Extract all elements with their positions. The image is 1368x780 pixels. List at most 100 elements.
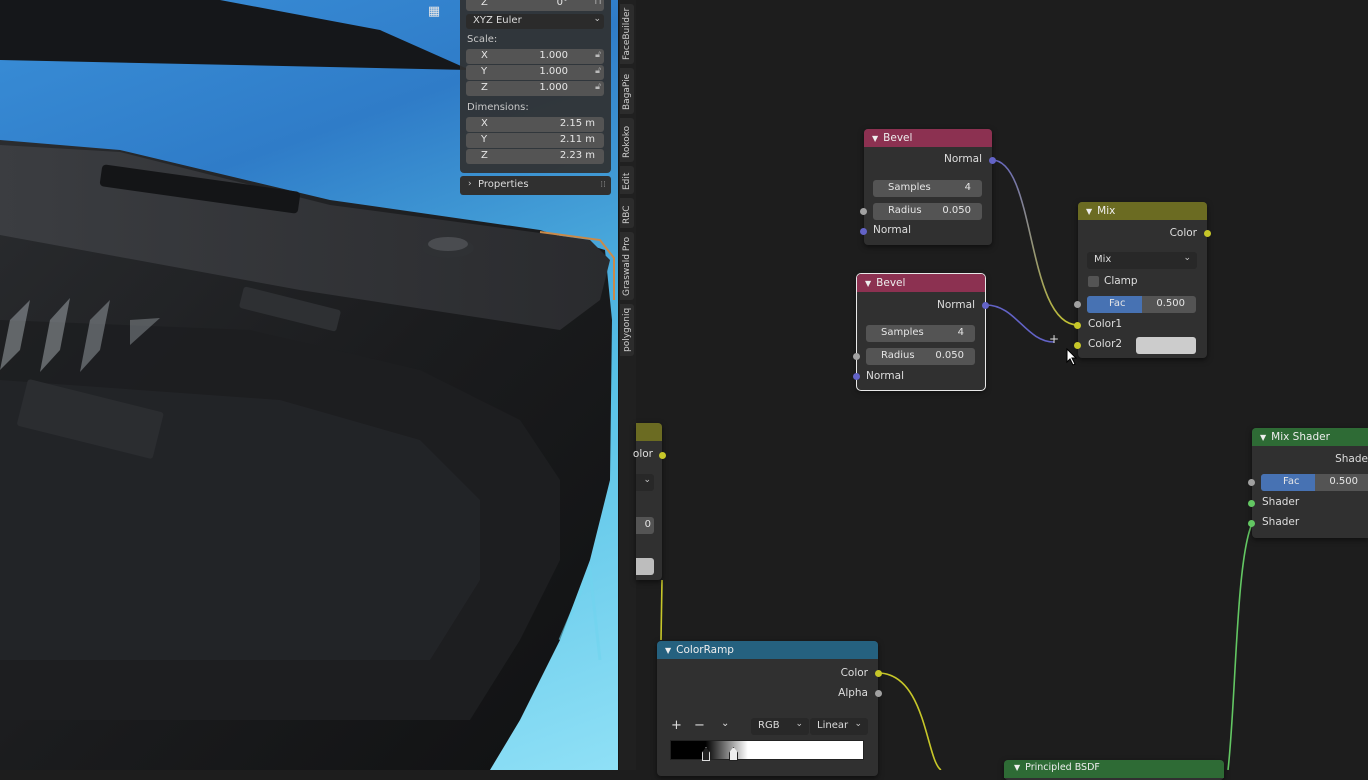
output-color-socket[interactable] xyxy=(1204,230,1211,237)
color2-swatch[interactable] xyxy=(1136,337,1196,354)
lock-icon[interactable]: 🔓︎ xyxy=(591,66,605,78)
principled-bsdf-node[interactable]: ▼ Principled BSDF xyxy=(1004,760,1224,780)
tab-label: FaceBuilder xyxy=(622,7,632,60)
chevron-down-icon[interactable]: ▼ xyxy=(1086,207,1092,216)
interpolation-dropdown[interactable]: Linear ⌄ xyxy=(810,718,868,735)
axis-label: Y xyxy=(481,134,488,145)
properties-label: Properties xyxy=(478,179,529,190)
field-label: Samples xyxy=(881,327,924,338)
tab-bagapie[interactable]: BagaPie xyxy=(620,68,634,114)
drag-handle-icon[interactable]: ⁞⁞ xyxy=(600,180,606,190)
color-mode-dropdown[interactable]: RGB ⌄ xyxy=(751,718,809,735)
output-color-socket[interactable] xyxy=(875,670,882,677)
fac-slider[interactable]: Fac 0.500 xyxy=(1261,474,1368,491)
tab-graswald-pro[interactable]: Graswald Pro xyxy=(620,232,634,300)
radius-field[interactable]: Radius 0.050 xyxy=(866,348,975,365)
node-title: Mix Shader xyxy=(1271,431,1330,443)
output-normal-socket[interactable] xyxy=(989,157,996,164)
radius-field[interactable]: Radius 0.050 xyxy=(873,203,982,220)
tab-rbc[interactable]: RBC xyxy=(620,198,634,228)
chevron-down-icon[interactable]: ⌄ xyxy=(721,718,729,729)
chevron-down-icon[interactable]: ▼ xyxy=(1014,763,1020,772)
partial-node-left[interactable]: olor ⌄ 0 xyxy=(633,423,666,580)
color-ramp-gradient[interactable] xyxy=(670,740,864,760)
field-value: 4 xyxy=(957,327,964,338)
input-radius-socket[interactable] xyxy=(860,208,867,215)
rotation-z-field[interactable]: Z 0° ⊓ xyxy=(466,0,604,11)
chevron-right-icon: › xyxy=(468,179,472,189)
node-header[interactable]: ▼ Mix xyxy=(1078,202,1207,220)
node-header[interactable]: ▼ Principled BSDF xyxy=(1004,760,1224,778)
rotation-mode-dropdown[interactable]: XYZ Euler ⌄ xyxy=(466,14,604,29)
output-alpha-socket[interactable] xyxy=(875,690,882,697)
bevel-node-1[interactable]: ▼ Bevel Normal Samples 4 Radius 0.050 Nor… xyxy=(860,129,996,245)
node-title: Bevel xyxy=(883,132,913,144)
shader-node-editor[interactable]: + ▼ Bevel Normal Samples 4 Radius 0.050 N… xyxy=(633,0,1368,780)
tab-label: Graswald Pro xyxy=(622,236,632,296)
input-normal-socket[interactable] xyxy=(860,228,867,235)
input-normal-socket[interactable] xyxy=(853,373,860,380)
tab-edit[interactable]: Edit xyxy=(620,166,634,194)
dimension-z-field[interactable]: Z 2.23 m xyxy=(466,149,604,164)
input-shader1-socket[interactable] xyxy=(1248,500,1255,507)
input-fac-socket[interactable] xyxy=(1248,479,1255,486)
chevron-down-icon[interactable]: ▼ xyxy=(1260,433,1266,442)
clamp-checkbox[interactable] xyxy=(1088,276,1099,287)
lock-icon[interactable]: ⊓ xyxy=(591,0,605,9)
tab-rokoko[interactable]: Rokoko xyxy=(620,118,634,162)
bevel-node-2[interactable]: ▼ Bevel Normal Samples 4 Radius 0.050 Nor… xyxy=(853,273,989,391)
chevron-down-icon[interactable]: ▼ xyxy=(665,646,671,655)
lock-icon[interactable]: 🔓︎ xyxy=(591,50,605,62)
partial-dropdown[interactable]: ⌄ xyxy=(636,474,654,491)
samples-field[interactable]: Samples 4 xyxy=(873,180,982,197)
3d-viewport[interactable]: ▦ Z 0° ⊓ XYZ Euler ⌄ Scale: X 1.000 🔓︎ Y… xyxy=(0,0,618,770)
link-mixshader-shader xyxy=(1227,523,1253,770)
shader1-label: Shader xyxy=(1262,496,1300,508)
node-header[interactable]: ▼ Bevel xyxy=(857,274,985,292)
field-value: 2.23 m xyxy=(559,150,595,161)
field-value: 0 xyxy=(644,519,651,530)
node-header[interactable]: ▼ Mix Shader xyxy=(1252,428,1368,446)
fac-slider[interactable]: Fac 0.500 xyxy=(1087,296,1196,313)
dimension-x-field[interactable]: X 2.15 m xyxy=(466,117,604,132)
output-normal-label: Normal xyxy=(937,299,975,311)
mix-node[interactable]: ▼ Mix Color Mix ⌄ Clamp Fac 0.500 Color1 … xyxy=(1074,202,1211,358)
colorramp-node[interactable]: ▼ ColorRamp Color Alpha + − ⌄ RGB ⌄ Linea… xyxy=(657,641,882,776)
node-title: Mix xyxy=(1097,205,1116,217)
input-normal-label: Normal xyxy=(866,370,904,382)
mouse-cursor-icon xyxy=(1066,348,1078,366)
input-color1-socket[interactable] xyxy=(1074,322,1081,329)
link-left-partial xyxy=(660,579,663,641)
output-normal-socket[interactable] xyxy=(982,302,989,309)
node-header[interactable] xyxy=(636,423,662,441)
scale-y-field[interactable]: Y 1.000 🔓︎ xyxy=(466,65,604,80)
tab-facebuilder[interactable]: FaceBuilder xyxy=(620,4,634,64)
properties-panel-header[interactable]: › Properties ⁞⁞ xyxy=(460,176,611,195)
tab-polygoniq[interactable]: polygoniq xyxy=(620,304,634,356)
chevron-down-icon[interactable]: ▼ xyxy=(872,134,878,143)
add-stop-button[interactable]: + xyxy=(671,718,682,733)
mix-shader-node[interactable]: ▼ Mix Shader Shade Fac 0.500 Shader Shade… xyxy=(1248,428,1368,538)
node-header[interactable]: ▼ Bevel xyxy=(864,129,992,147)
output-alpha-label: Alpha xyxy=(838,687,868,699)
scale-z-field[interactable]: Z 1.000 🔓︎ xyxy=(466,81,604,96)
chevron-down-icon[interactable]: ▼ xyxy=(865,279,871,288)
node-header[interactable]: ▼ ColorRamp xyxy=(657,641,878,659)
chevron-down-icon: ⌄ xyxy=(593,14,601,24)
dimension-y-field[interactable]: Y 2.11 m xyxy=(466,133,604,148)
remove-stop-button[interactable]: − xyxy=(694,718,705,733)
lock-icon[interactable]: 🔓︎ xyxy=(591,82,605,94)
samples-field[interactable]: Samples 4 xyxy=(866,325,975,342)
field-value: 1.000 xyxy=(539,50,568,61)
output-color-socket[interactable] xyxy=(659,452,666,459)
scale-x-field[interactable]: X 1.000 🔓︎ xyxy=(466,49,604,64)
blend-mode-dropdown[interactable]: Mix ⌄ xyxy=(1087,252,1197,269)
input-fac-socket[interactable] xyxy=(1074,301,1081,308)
partial-field[interactable]: 0 xyxy=(636,517,654,534)
chevron-down-icon: ⌄ xyxy=(1183,253,1191,263)
partial-swatch[interactable] xyxy=(636,558,654,575)
input-shader2-socket[interactable] xyxy=(1248,520,1255,527)
input-radius-socket[interactable] xyxy=(853,353,860,360)
grid-icon[interactable]: ▦ xyxy=(426,4,442,20)
node-title: Bevel xyxy=(876,277,906,289)
